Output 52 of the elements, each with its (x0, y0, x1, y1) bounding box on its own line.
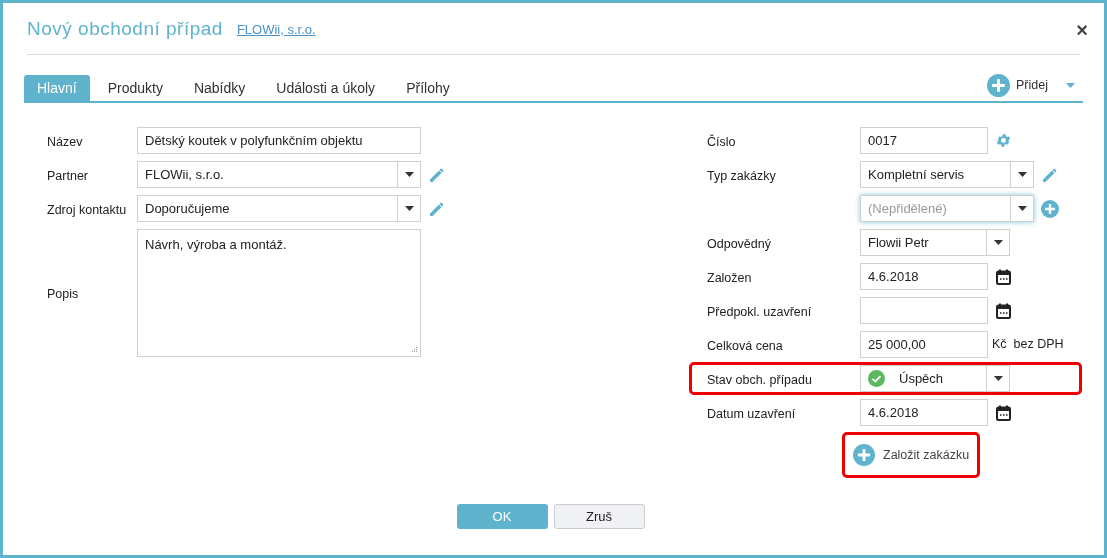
select-field[interactable]: Kompletní servis (860, 161, 1034, 188)
select-field[interactable]: Flowii Petr (860, 229, 1010, 256)
resize-grip-icon[interactable] (410, 346, 418, 354)
text-field[interactable]: Dětský koutek v polyfunkčním objektu (137, 127, 421, 154)
caret-icon (404, 172, 414, 177)
tab[interactable]: Produkty (94, 75, 176, 101)
field-label: Stav obch. případu (707, 372, 812, 387)
description-field[interactable]: Návrh, výroba a montáž. (137, 229, 421, 357)
caret-icon (1017, 206, 1027, 211)
field-label: Typ zakázky (707, 168, 776, 183)
caret-icon (1017, 172, 1027, 177)
field-label: Založen (707, 270, 752, 285)
check-circle-icon (868, 370, 885, 387)
add-menu-button[interactable]: Přidej (1016, 76, 1048, 95)
plus-icon[interactable] (1041, 199, 1059, 218)
plus-icon[interactable] (853, 444, 875, 466)
field-label: Popis (47, 287, 79, 301)
field-label: Předpokl. uzavření (707, 304, 812, 319)
select-field[interactable]: Doporučujeme (137, 195, 421, 222)
plus-icon[interactable] (987, 74, 1011, 97)
caret-icon (993, 376, 1003, 381)
dialog-title: Nový obchodní případ (27, 17, 223, 42)
caret-icon[interactable] (1066, 83, 1075, 88)
create-order-button[interactable]: Založit zakázku (845, 435, 978, 475)
field-label: Zdroj kontaktu (47, 202, 127, 217)
field-label: Odpovědný (707, 236, 771, 251)
tax-note: bez DPH (1013, 336, 1064, 354)
text-field[interactable]: 0017 (860, 127, 988, 154)
field-label: Partner (47, 168, 88, 183)
tab[interactable]: Nabídky (180, 75, 259, 101)
calendar-icon[interactable] (996, 404, 1011, 421)
caret-icon (993, 240, 1003, 245)
close-button[interactable]: × (1076, 14, 1088, 45)
caret-icon (404, 206, 414, 211)
date-field[interactable]: 4.6.2018 (860, 399, 988, 426)
tab[interactable]: Přílohy (393, 75, 463, 101)
calendar-icon[interactable] (996, 302, 1011, 319)
field-label: Datum uzavření (707, 406, 796, 421)
status-select[interactable]: Úspěch (860, 365, 1010, 392)
field-label: Název (47, 134, 83, 149)
price-field[interactable]: 25 000,00 (860, 331, 988, 358)
currency-label: Kč (992, 336, 1007, 354)
field-label: Celková cena (707, 338, 783, 353)
date-field[interactable] (860, 297, 988, 324)
select-field[interactable]: FLOWii, s.r.o. (137, 161, 421, 188)
tab[interactable]: Události a úkoly (263, 75, 389, 101)
date-field[interactable]: 4.6.2018 (860, 263, 988, 290)
calendar-icon[interactable] (996, 268, 1011, 285)
settings-icon[interactable] (995, 132, 1012, 149)
cancel-button[interactable]: Zruš (553, 504, 645, 529)
partner-link[interactable]: FLOWii, s.r.o. (236, 19, 316, 40)
field-label: Číslo (707, 134, 736, 149)
